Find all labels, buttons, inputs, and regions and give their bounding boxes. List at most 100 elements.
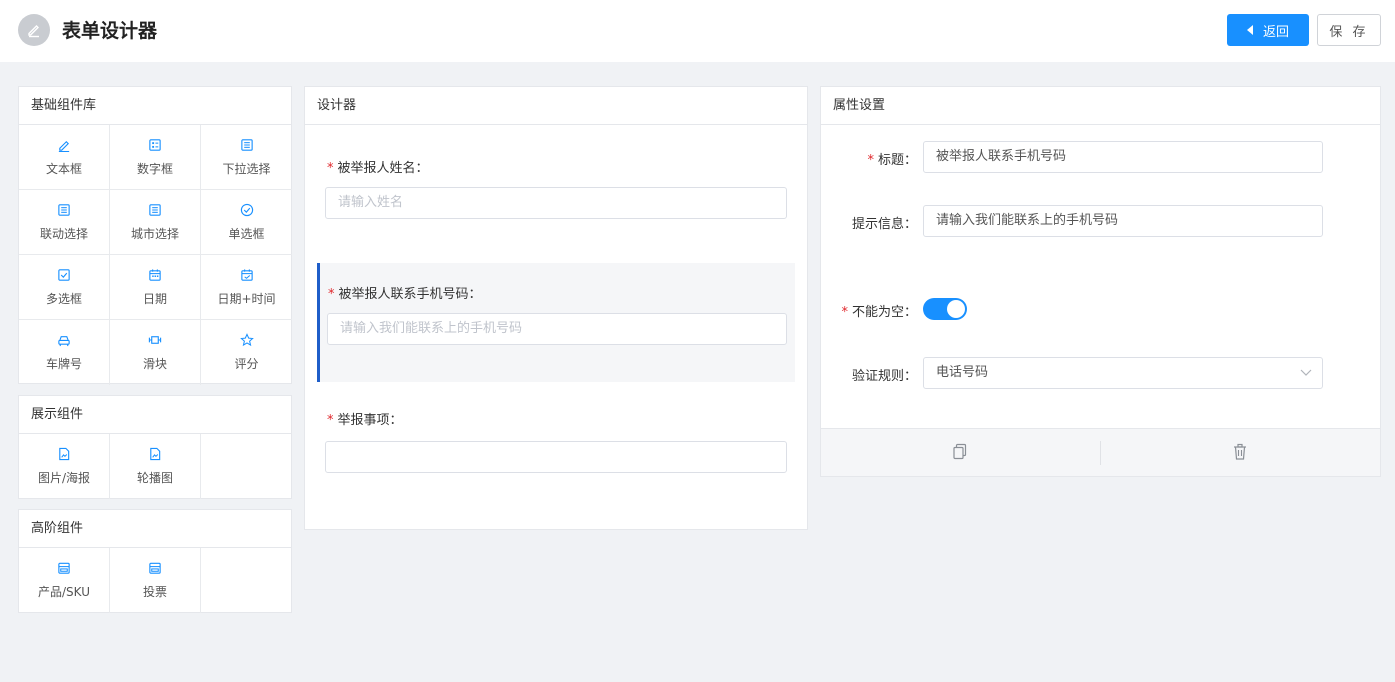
component-item[interactable]: 图片/海报: [19, 434, 110, 499]
component-label: 图片/海报: [37, 471, 91, 485]
field-label-name: * 被举报人姓名：: [327, 157, 429, 176]
chevron-down-icon: [1300, 369, 1312, 376]
back-button-label: 返回: [1262, 24, 1289, 40]
component-item[interactable]: 产品/SKU: [19, 548, 110, 613]
required-mark: *: [327, 413, 334, 428]
component-item[interactable]: 评分: [201, 320, 292, 385]
form-field-name[interactable]: * 被举报人姓名： 请输入姓名: [305, 125, 807, 263]
required-mark: *: [327, 161, 334, 176]
field-label-text: 被举报人姓名：: [337, 161, 429, 176]
component-label: 日期+时间: [217, 291, 276, 306]
form-field-matter[interactable]: * 举报事项：: [305, 387, 807, 507]
basic-components-title: 基础组件库: [19, 87, 291, 125]
pencil-icon: [58, 140, 70, 152]
list-icon: [240, 138, 253, 151]
component-label: 数字框: [136, 161, 173, 176]
component-item[interactable]: 日期: [110, 255, 201, 320]
advanced-components-grid: 产品/SKU 投票: [19, 548, 291, 613]
basic-components-panel: 基础组件库 文本框 数字框 下拉选择联动选择 城市选择 单选框多选框 日期 日期+时间车牌号…: [18, 86, 292, 385]
component-label: 车牌号: [45, 357, 82, 371]
calendar-icon: [149, 268, 161, 281]
required-mark: *: [841, 305, 848, 320]
component-item[interactable]: 轮播图: [110, 434, 201, 499]
car-icon: [58, 336, 70, 347]
component-label: 下拉选择: [222, 161, 271, 176]
component-item[interactable]: 日期+时间: [201, 255, 292, 320]
number-icon: [149, 138, 161, 151]
component-item[interactable]: 投票: [110, 548, 201, 613]
empty-cell: [201, 548, 292, 613]
component-item[interactable]: 单选框: [201, 190, 292, 255]
display-components-panel: 展示组件 图片/海报 轮播图: [18, 395, 292, 499]
field-label-phone: * 被举报人联系手机号码：: [328, 283, 482, 302]
component-item[interactable]: 数字框: [110, 125, 201, 190]
prop-required-label-text: 不能为空：: [851, 305, 917, 320]
properties-title: 属性设置: [821, 87, 1380, 125]
component-item[interactable]: 文本框: [19, 125, 110, 190]
advanced-components-panel: 高阶组件 产品/SKU 投票: [18, 509, 292, 613]
component-item[interactable]: 滑块: [110, 320, 201, 385]
component-label: 联动选择: [39, 226, 88, 241]
name-input[interactable]: 请输入姓名: [325, 187, 787, 219]
prop-title-input[interactable]: 被举报人联系手机号码: [923, 141, 1323, 173]
field-label-text: 举报事项：: [337, 413, 403, 428]
radio-check-icon: [240, 203, 253, 216]
save-button[interactable]: 保 存: [1317, 14, 1381, 46]
component-label: 评分: [234, 357, 259, 371]
trash-icon[interactable]: [1232, 443, 1248, 461]
component-item[interactable]: 联动选择: [19, 190, 110, 255]
component-label: 产品/SKU: [38, 585, 90, 599]
display-components-grid: 图片/海报 轮播图: [19, 434, 291, 499]
slider-icon: [148, 336, 162, 344]
list-icon: [149, 203, 161, 216]
component-item[interactable]: 多选框: [19, 255, 110, 320]
validation-rule-select[interactable]: 电话号码: [923, 357, 1323, 389]
empty-cell: [201, 434, 292, 499]
designer-title: 设计器: [305, 87, 807, 125]
footer-divider: [1100, 441, 1101, 465]
prop-title-label-text: 标题：: [877, 153, 917, 168]
image-file-icon: [59, 447, 70, 461]
component-label: 城市选择: [130, 226, 179, 241]
component-label: 文本框: [45, 161, 82, 176]
advanced-components-title: 高阶组件: [19, 510, 291, 548]
component-label: 滑块: [142, 357, 167, 371]
checkbox-icon: [58, 268, 70, 281]
properties-footer: [821, 428, 1380, 476]
back-button[interactable]: 返回: [1227, 14, 1309, 46]
edit-logo-icon: [18, 14, 50, 46]
component-item[interactable]: 城市选择: [110, 190, 201, 255]
phone-input[interactable]: 请输入我们能联系上的手机号码: [327, 313, 787, 345]
prop-title-label: * 标题：: [821, 149, 917, 168]
required-mark: *: [867, 153, 874, 168]
form-field-phone-selected[interactable]: * 被举报人联系手机号码： 请输入我们能联系上的手机号码: [317, 263, 795, 382]
matter-input[interactable]: [325, 441, 787, 473]
star-icon: [239, 333, 254, 347]
component-item[interactable]: 车牌号: [19, 320, 110, 385]
field-label-matter: * 举报事项：: [327, 409, 403, 428]
component-item[interactable]: 下拉选择: [201, 125, 292, 190]
display-components-title: 展示组件: [19, 396, 291, 434]
image-file-icon: [150, 447, 161, 461]
prop-hint-input[interactable]: 请输入我们能联系上的手机号码: [923, 205, 1323, 237]
component-label: 单选框: [228, 226, 265, 241]
prop-required-label: * 不能为空：: [821, 301, 917, 320]
calendar-time-icon: [240, 268, 253, 281]
copy-icon[interactable]: [952, 443, 968, 461]
prop-rule-label: 验证规则：: [851, 369, 917, 384]
store-icon: [149, 562, 161, 574]
field-label-text: 被举报人联系手机号码：: [338, 287, 482, 302]
designer-panel: 设计器 * 被举报人姓名： 请输入姓名 * 被举报人联系手机号码： 请输入我们能联系…: [304, 86, 808, 530]
component-label: 日期: [142, 291, 167, 306]
page-title: 表单设计器: [62, 20, 158, 42]
component-label: 轮播图: [136, 471, 173, 485]
required-mark: *: [328, 287, 335, 302]
prop-hint-label: 提示信息：: [851, 217, 917, 232]
top-header: 表单设计器 返回 保 存: [0, 0, 1395, 62]
component-label: 多选框: [45, 291, 82, 306]
toggle-knob: [947, 300, 965, 318]
validation-rule-value: 电话号码: [936, 365, 989, 380]
store-icon: [58, 562, 70, 574]
list-icon: [58, 203, 70, 216]
required-toggle[interactable]: [923, 298, 967, 320]
